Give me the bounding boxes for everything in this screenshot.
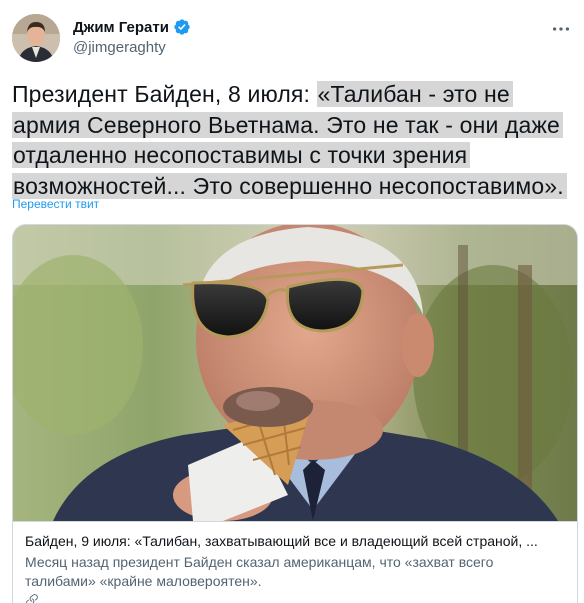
verified-badge-icon	[173, 18, 191, 36]
card-domain	[25, 593, 565, 603]
link-card[interactable]: Байден, 9 июля: «Талибан, захватывающий …	[12, 224, 578, 603]
card-body[interactable]: Байден, 9 июля: «Талибан, захватывающий …	[13, 521, 577, 603]
tweet: Джим Герати @jimgeraghty Президент Байде…	[0, 0, 584, 603]
author-display-name[interactable]: Джим Герати	[73, 19, 169, 36]
card-photo	[13, 225, 577, 521]
more-options-icon[interactable]	[550, 18, 572, 40]
name-row: Джим Герати	[73, 18, 191, 36]
author-handle[interactable]: @jimgeraghty	[73, 39, 191, 56]
avatar-image	[12, 14, 60, 62]
avatar[interactable]	[12, 14, 60, 62]
link-icon	[25, 593, 39, 603]
tweet-text: Президент Байден, 8 июля: «Талибан - это…	[12, 79, 578, 201]
card-description: Месяц назад президент Байден сказал амер…	[25, 554, 494, 589]
card-title: Байден, 9 июля: «Талибан, захватывающий …	[25, 533, 538, 549]
translate-tweet-link[interactable]: Перевести твит	[12, 197, 99, 211]
tweet-header: Джим Герати @jimgeraghty	[12, 14, 572, 66]
card-image[interactable]	[13, 225, 577, 521]
tweet-lead-text: Президент Байден, 8 июля:	[12, 81, 317, 107]
author-block: Джим Герати @jimgeraghty	[73, 18, 191, 56]
